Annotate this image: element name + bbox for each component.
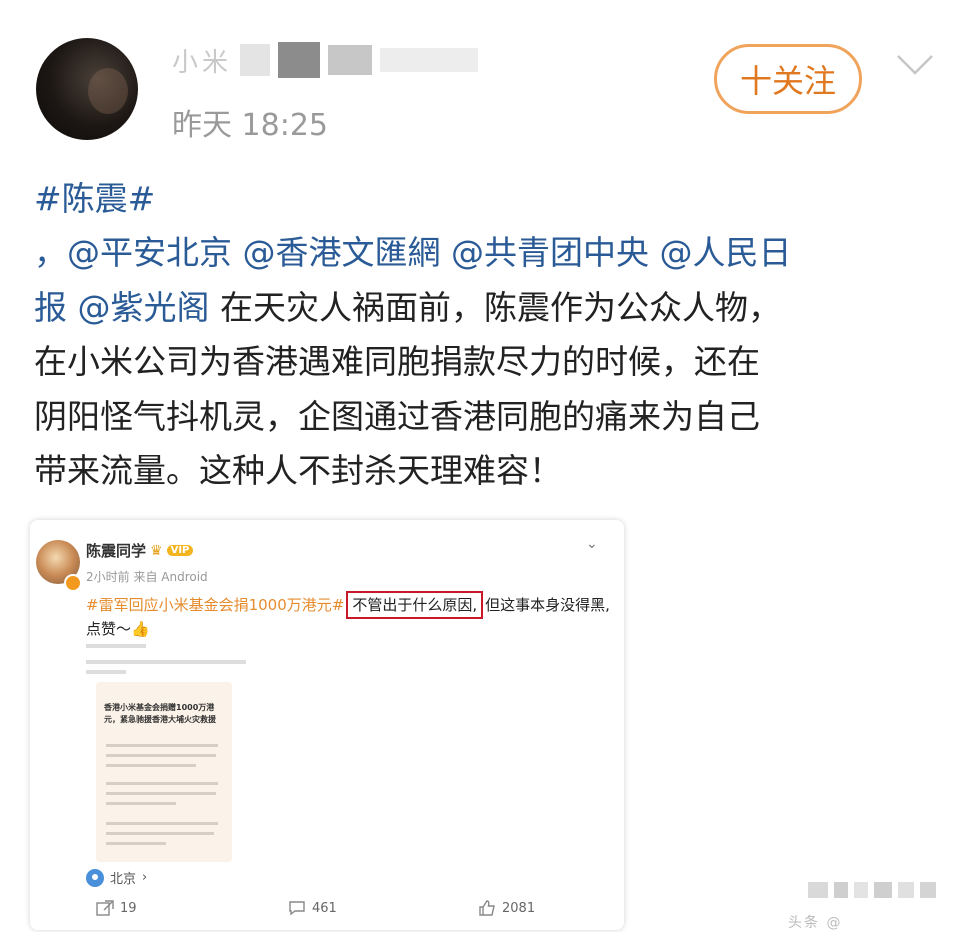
article-text-line bbox=[106, 754, 216, 757]
article-text-line bbox=[106, 782, 218, 785]
embedded-text-line: 点赞～👍 bbox=[86, 620, 150, 638]
watermark-text: 头条 @ bbox=[788, 915, 843, 931]
chevron-down-icon: ⌄ bbox=[586, 536, 598, 552]
chevron-right-icon: › bbox=[142, 870, 148, 885]
post-text: 在小米公司为香港遇难同胞捐款尽力的时候，还在 bbox=[34, 342, 760, 381]
follow-button[interactable]: 十关注 bbox=[714, 44, 862, 114]
mention-link[interactable]: @共青团中央 bbox=[451, 233, 649, 272]
post-text: 在天灾人祸面前，陈震作为公众人物， bbox=[220, 287, 781, 327]
embedded-text-line: #雷军回应小米基金会捐1000万港元# 不管出于什么原因, 但这事本身没得黑, bbox=[86, 591, 610, 619]
article-text-line bbox=[106, 764, 196, 767]
mention-link[interactable]: @紫光阁 bbox=[78, 288, 210, 327]
share-icon bbox=[96, 900, 114, 916]
location-tag: 北京 › bbox=[86, 868, 147, 887]
redaction-block bbox=[328, 45, 373, 75]
embedded-time-source: 2小时前 来自 Android bbox=[86, 570, 208, 584]
mention-link[interactable]: @香港文匯網 bbox=[243, 233, 441, 272]
embedded-author-name: 陈震同学 bbox=[86, 542, 147, 560]
article-text-line bbox=[106, 842, 166, 845]
mention-link[interactable]: 报 bbox=[34, 288, 67, 327]
comment-action: 461 bbox=[288, 900, 337, 916]
mention-link[interactable]: @人民日 bbox=[660, 233, 792, 272]
small-text-blur bbox=[86, 670, 126, 674]
article-title: 香港小米基金会捐赠1000万港元，紧急驰援香港大埔火灾救援 bbox=[104, 703, 216, 724]
embedded-article-card: 香港小米基金会捐赠1000万港元，紧急驰援香港大埔火灾救援 bbox=[96, 682, 232, 862]
share-action: 19 bbox=[96, 900, 137, 916]
location-pin-icon bbox=[86, 868, 104, 887]
redaction-block bbox=[278, 42, 321, 78]
article-text-line bbox=[106, 802, 176, 805]
article-text-line bbox=[106, 744, 218, 747]
article-text-line bbox=[106, 792, 216, 795]
small-text-blur bbox=[86, 644, 146, 648]
author-avatar[interactable] bbox=[36, 38, 138, 140]
thumbs-up-icon bbox=[479, 900, 495, 916]
article-text-line bbox=[106, 822, 218, 825]
comment-icon bbox=[289, 901, 305, 916]
embedded-screenshot[interactable]: 陈震同学 ♛ VIP ⌄ 2小时前 来自 Android #雷军回应小米基金会捐… bbox=[30, 520, 624, 930]
small-text-blur bbox=[86, 660, 246, 664]
chevron-down-icon[interactable] bbox=[896, 54, 934, 76]
like-action: 2081 bbox=[478, 900, 535, 916]
embedded-hashtag: #雷军回应小米基金会捐1000万港元# bbox=[86, 596, 345, 614]
topic-hashtag[interactable]: #陈震# bbox=[34, 172, 155, 220]
redaction-block bbox=[240, 44, 271, 76]
location-name: 北京 bbox=[110, 872, 137, 887]
embedded-text: 但这事本身没得黑, bbox=[485, 596, 610, 614]
post-timestamp: 昨天 18:25 bbox=[172, 108, 328, 143]
article-text-line bbox=[106, 832, 214, 835]
redaction-block bbox=[380, 48, 479, 72]
vip-badge: VIP bbox=[166, 545, 194, 556]
share-count: 19 bbox=[120, 900, 137, 916]
embedded-action-bar: 19 461 2081 bbox=[30, 900, 624, 924]
post-text: 带来流量。这种人不封杀天理难容！ bbox=[34, 451, 562, 490]
crown-icon: ♛ bbox=[150, 542, 163, 559]
post-text: 阴阳怪气抖机灵，企图通过香港同胞的痛来为自己 bbox=[34, 396, 760, 436]
watermark-bars bbox=[808, 882, 936, 898]
embedded-author: 陈震同学 ♛ VIP bbox=[86, 540, 194, 561]
verified-badge-icon bbox=[64, 574, 82, 592]
mention-link[interactable]: ，@平安北京 bbox=[34, 233, 232, 272]
comment-count: 461 bbox=[312, 900, 337, 916]
like-count: 2081 bbox=[502, 900, 536, 916]
author-name-obscured[interactable]: 小米 bbox=[172, 42, 479, 78]
post-body: ，@平安北京 @香港文匯網 @共青团中央 @人民日 报 @紫光阁 在天灾人祸面前… bbox=[34, 226, 934, 499]
highlight-box: 不管出于什么原因, bbox=[346, 591, 484, 619]
author-name-partial: 小米 bbox=[172, 47, 233, 78]
